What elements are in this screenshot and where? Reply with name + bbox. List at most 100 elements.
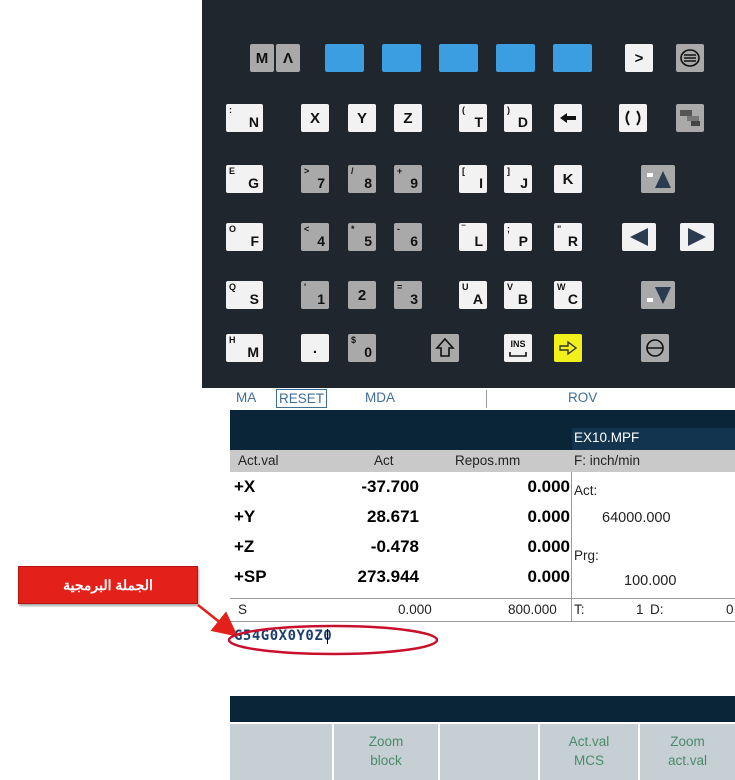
key-ins[interactable]: INS — [504, 334, 532, 362]
key-b[interactable]: VB — [504, 281, 532, 309]
d-value: 0 — [726, 602, 734, 617]
key-sub-label: ] — [507, 166, 510, 176]
key-0[interactable]: $0 — [348, 334, 376, 362]
key-label: X — [309, 109, 320, 127]
header-act-val: Act.val — [238, 453, 279, 468]
key-a[interactable]: UA — [459, 281, 487, 309]
key-hm[interactable]: HM — [226, 334, 263, 362]
axes-header: Act.val Act Repos.mm F: inch/min — [230, 450, 735, 472]
key-r[interactable]: " R — [554, 223, 582, 251]
key-left[interactable] — [622, 223, 656, 251]
key-x[interactable]: X — [301, 104, 329, 132]
key-t[interactable]: (T — [459, 104, 487, 132]
mda-input-text[interactable]: G54G0X0Y0Z0 — [234, 628, 332, 644]
key-blue2[interactable] — [382, 44, 421, 72]
header-feed: F: inch/min — [574, 453, 641, 468]
softkey-label: Act.val — [568, 734, 610, 749]
key-blue5[interactable] — [553, 44, 592, 72]
key-menu[interactable] — [676, 44, 704, 72]
key-label — [553, 44, 592, 72]
key-z[interactable]: Z — [394, 104, 422, 132]
key-l[interactable]: ‾ L — [459, 223, 487, 251]
spindle-row: S 0.000 800.000 T: 1 D: 0 — [230, 599, 735, 621]
softkey-1[interactable] — [230, 724, 332, 780]
spindle-label: S — [238, 602, 248, 617]
axis-actual-value: -37.700 — [361, 477, 419, 496]
key-label: 1 — [317, 291, 325, 307]
key-blue1[interactable] — [325, 44, 364, 72]
key-label: T — [474, 114, 483, 130]
key-label — [325, 44, 364, 72]
key-5[interactable]: * 5 — [348, 223, 376, 251]
key-4[interactable]: <4 — [301, 223, 329, 251]
key-sub-label: Q — [229, 282, 237, 292]
key-label: A — [472, 291, 483, 307]
mda-editor[interactable]: G54G0X0Y0Z0 — [230, 622, 735, 696]
key-label: J — [520, 175, 528, 191]
key-blue4[interactable] — [496, 44, 535, 72]
key-window[interactable] — [676, 104, 704, 132]
key-label: 4 — [317, 233, 325, 249]
key-7[interactable]: >7 — [301, 165, 329, 193]
tool-label: T: — [574, 602, 585, 617]
status-ma: MA — [236, 390, 257, 405]
key-input[interactable] — [554, 334, 582, 362]
feed-prg-value: 100.000 — [624, 573, 677, 589]
key-3[interactable]: = 3 — [394, 281, 422, 309]
key-m[interactable]: M — [250, 44, 274, 72]
key-sub-label: H — [229, 335, 236, 345]
key-dot[interactable]: . — [301, 334, 329, 362]
key-g[interactable]: EG — [226, 165, 263, 193]
softkey-3[interactable] — [440, 724, 538, 780]
key-s[interactable]: QS — [226, 281, 263, 309]
softkey-5[interactable]: Zoom act.val — [640, 724, 735, 780]
header-act: Act — [374, 453, 394, 468]
key-channel[interactable] — [619, 104, 647, 132]
key-label: M — [247, 344, 259, 360]
key-y[interactable]: Y — [348, 104, 376, 132]
key-label: . — [312, 339, 318, 357]
softkey-4[interactable]: Act.val MCS — [540, 724, 638, 780]
key-backspace[interactable] — [554, 104, 582, 132]
key-label: N — [248, 114, 259, 130]
axis-actual-value: 273.944 — [357, 567, 419, 586]
key-sub-label: * — [351, 224, 355, 234]
feed-prg-label: Prg: — [574, 548, 599, 563]
key-label: Λ — [282, 49, 293, 67]
softkey-2[interactable]: Zoom block — [334, 724, 438, 780]
key-pagedown[interactable] — [641, 281, 675, 309]
key-label — [496, 44, 535, 72]
key-2[interactable]: 2 — [348, 281, 376, 309]
key-j[interactable]: ] J — [504, 165, 532, 193]
key-caret[interactable]: Λ — [276, 44, 300, 72]
key-sub-label: - — [397, 224, 400, 234]
key-blue3[interactable] — [439, 44, 478, 72]
key-d[interactable]: ) D — [504, 104, 532, 132]
key-sub-label: ) — [507, 105, 510, 115]
cnc-screen: MA RESET MDA ROV EX10.MPF Act.val Act Re… — [230, 388, 735, 780]
key-1[interactable]: ' 1 — [301, 281, 329, 309]
key-shift[interactable] — [431, 334, 459, 362]
key-9[interactable]: +9 — [394, 165, 422, 193]
key-8[interactable]: /8 — [348, 165, 376, 193]
softkey-label: block — [370, 753, 402, 768]
key-f[interactable]: OF — [226, 223, 263, 251]
key-select[interactable] — [641, 334, 669, 362]
key-sub-label: U — [462, 282, 469, 292]
key-right[interactable] — [680, 223, 714, 251]
annotation-arrow — [197, 604, 238, 637]
key-label: F — [250, 233, 259, 249]
key-gt[interactable]: > — [625, 44, 653, 72]
key-k[interactable]: K — [554, 165, 582, 193]
message-band — [230, 696, 735, 722]
key-i[interactable]: [I — [459, 165, 487, 193]
key-pageup[interactable] — [641, 165, 675, 193]
key-p[interactable]: ; P — [504, 223, 532, 251]
softkey-label: Zoom — [368, 734, 404, 749]
key-6[interactable]: -6 — [394, 223, 422, 251]
key-n[interactable]: :N — [226, 104, 263, 132]
key-sub-label: + — [397, 166, 403, 176]
key-sub-label: ' — [304, 282, 307, 292]
key-c[interactable]: WC — [554, 281, 582, 309]
softkey-label: MCS — [574, 753, 604, 768]
